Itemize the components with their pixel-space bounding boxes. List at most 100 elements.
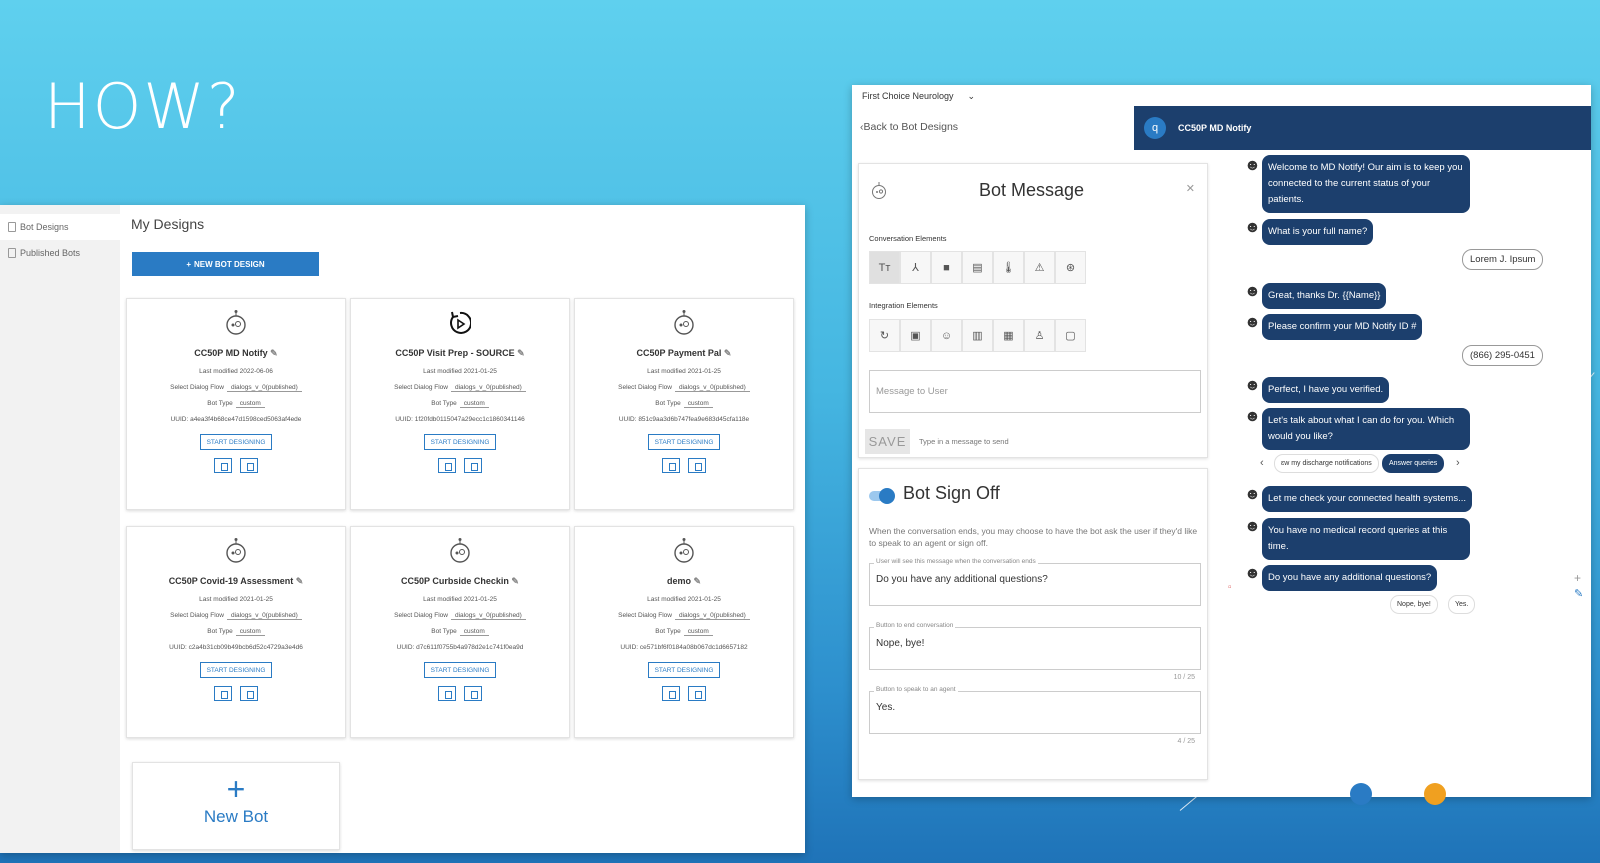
dialog-flow-select[interactable]: dialogs_v_0(published) [226, 612, 302, 620]
refresh-icon[interactable]: ↻ [869, 319, 900, 352]
bot-icon: ☻ [1244, 377, 1261, 394]
edit-icon[interactable]: ✎ [724, 348, 732, 358]
designs-grid: CC50P MD Notify ✎ Last modified 2022-06-… [126, 298, 794, 738]
start-designing-button[interactable]: START DESIGNING [200, 662, 272, 678]
nav-published-bots[interactable]: Published Bots [0, 240, 120, 266]
dialog-flow-select[interactable]: dialogs_v_0(published) [450, 384, 526, 392]
edit-icon[interactable]: ✎ [1574, 587, 1583, 600]
edit-icon[interactable]: ✎ [296, 576, 304, 586]
bot-message: Please confirm your MD Notify ID # [1262, 314, 1423, 340]
quick-reply-chip[interactable]: Answer queries [1382, 454, 1445, 473]
user-message: (866) 295-0451 [1462, 345, 1543, 366]
bot-icon [674, 310, 694, 335]
slide-title: HOW? [44, 70, 242, 143]
decor-line [1179, 794, 1199, 811]
bot-type-select[interactable]: custom [235, 400, 265, 408]
start-designing-button[interactable]: START DESIGNING [424, 662, 496, 678]
dialog-flow-select[interactable]: dialogs_v_0(published) [674, 612, 750, 620]
clipboard-add-icon[interactable]: ▣ [900, 319, 931, 352]
chevron-left-icon[interactable]: ‹ [1260, 457, 1264, 469]
copy-icon[interactable] [214, 686, 232, 701]
form-icon[interactable]: ▤ [962, 251, 993, 284]
file-icon[interactable]: ▢ [1055, 319, 1086, 352]
trash-icon[interactable] [688, 458, 706, 473]
dialog-flow-select[interactable]: dialogs_v_0(published) [450, 612, 526, 620]
bot-type-select[interactable]: custom [683, 400, 713, 408]
design-card[interactable]: demo ✎ Last modified 2021-01-25 Select D… [574, 526, 794, 738]
edit-icon[interactable]: ✎ [693, 576, 701, 586]
new-bot-card[interactable]: + New Bot [132, 762, 340, 850]
org-select[interactable]: First Choice Neurology ⌄ [862, 91, 975, 102]
copy-icon[interactable] [438, 458, 456, 473]
start-designing-button[interactable]: START DESIGNING [648, 662, 720, 678]
trash-icon[interactable] [688, 686, 706, 701]
dialog-flow-select[interactable]: dialogs_v_0(published) [226, 384, 302, 392]
back-link[interactable]: ‹Back to Bot Designs [860, 121, 958, 133]
calendar-icon[interactable]: ▦ [993, 319, 1024, 352]
new-bot-design-button[interactable]: + NEW BOT DESIGN [132, 252, 319, 276]
close-icon[interactable]: ✕ [1186, 182, 1195, 195]
sign-off-title: Bot Sign Off [903, 483, 1000, 503]
edit-icon[interactable]: ✎ [270, 348, 278, 358]
design-card[interactable]: CC50P MD Notify ✎ Last modified 2022-06-… [126, 298, 346, 510]
bot-message: What is your full name? [1262, 219, 1374, 245]
text-icon[interactable]: Tт [869, 251, 900, 284]
start-designing-button[interactable]: START DESIGNING [200, 434, 272, 450]
chevron-right-icon[interactable]: › [1456, 457, 1460, 469]
thermometer-icon[interactable]: 🌡 [993, 251, 1024, 284]
speak-to-agent-button-field[interactable]: Button to speak to an agent Yes. [869, 686, 1201, 734]
message-to-user-input[interactable]: Message to User [869, 370, 1201, 413]
trash-icon[interactable] [464, 458, 482, 473]
agent-icon[interactable]: ⊛ [1055, 251, 1086, 284]
design-card[interactable]: CC50P Visit Prep - SOURCE ✎ Last modifie… [350, 298, 570, 510]
branch-icon[interactable]: ⅄ [900, 251, 931, 284]
design-card[interactable]: CC50P Curbside Checkin ✎ Last modified 2… [350, 526, 570, 738]
option-chip[interactable]: Nope, bye! [1390, 595, 1438, 614]
user-icon[interactable]: ☺ [931, 319, 962, 352]
card-icon[interactable]: ■ [931, 251, 962, 284]
page-icon [8, 222, 16, 232]
save-button[interactable]: SAVE [865, 429, 910, 454]
bot-type-select[interactable]: custom [683, 628, 713, 636]
copy-icon[interactable] [214, 458, 232, 473]
design-name: CC50P Curbside Checkin ✎ [401, 576, 519, 586]
warning-icon[interactable]: ⚠ [1024, 251, 1055, 284]
end-message-field[interactable]: User will see this message when the conv… [869, 558, 1201, 606]
quick-reply-chip[interactable]: ɛw my discharge notifications [1274, 454, 1379, 473]
edit-icon[interactable]: ✎ [517, 348, 525, 358]
document-icon[interactable]: ▥ [962, 319, 993, 352]
design-meta: Last modified 2022-06-06 Select Dialog F… [170, 368, 302, 423]
option-chip[interactable]: Yes. [1448, 595, 1476, 614]
bot-type-select[interactable]: custom [459, 400, 489, 408]
end-conversation-button-field[interactable]: Button to end conversation Nope, bye! [869, 622, 1201, 670]
nav-bot-designs[interactable]: Bot Designs [0, 214, 120, 240]
sign-off-toggle[interactable] [869, 488, 895, 504]
conversation-toolbar: Tт ⅄ ■ ▤ 🌡 ⚠ ⊛ [869, 251, 1086, 284]
bot-type-select[interactable]: custom [235, 628, 265, 636]
bot-type-select[interactable]: custom [459, 628, 489, 636]
trash-icon[interactable]: ▫ [1228, 582, 1232, 593]
start-designing-button[interactable]: START DESIGNING [648, 434, 720, 450]
lock-icon [8, 248, 16, 258]
bot-icon [450, 538, 470, 563]
design-card[interactable]: CC50P Payment Pal ✎ Last modified 2021-0… [574, 298, 794, 510]
bot-icon: ☻ [1244, 314, 1261, 331]
design-name: demo ✎ [666, 576, 702, 586]
start-designing-button[interactable]: START DESIGNING [424, 434, 496, 450]
bot-icon: ☻ [1244, 219, 1261, 236]
dialog-flow-select[interactable]: dialogs_v_0(published) [674, 384, 750, 392]
edit-icon[interactable]: ✎ [511, 576, 519, 586]
person-icon[interactable]: ♙ [1024, 319, 1055, 352]
pencil-fab[interactable] [1350, 783, 1372, 805]
copy-icon[interactable] [662, 686, 680, 701]
trash-icon[interactable] [240, 686, 258, 701]
chat-preview: ☻ Welcome to MD Notify! Our aim is to ke… [1222, 151, 1591, 805]
trash-icon[interactable] [464, 686, 482, 701]
design-card[interactable]: CC50P Covid-19 Assessment ✎ Last modifie… [126, 526, 346, 738]
add-fab[interactable] [1424, 783, 1446, 805]
trash-icon[interactable] [240, 458, 258, 473]
copy-icon[interactable] [662, 458, 680, 473]
plus-icon[interactable]: + [1574, 571, 1581, 585]
copy-icon[interactable] [438, 686, 456, 701]
bot-message-title: Bot Message [979, 180, 1085, 200]
